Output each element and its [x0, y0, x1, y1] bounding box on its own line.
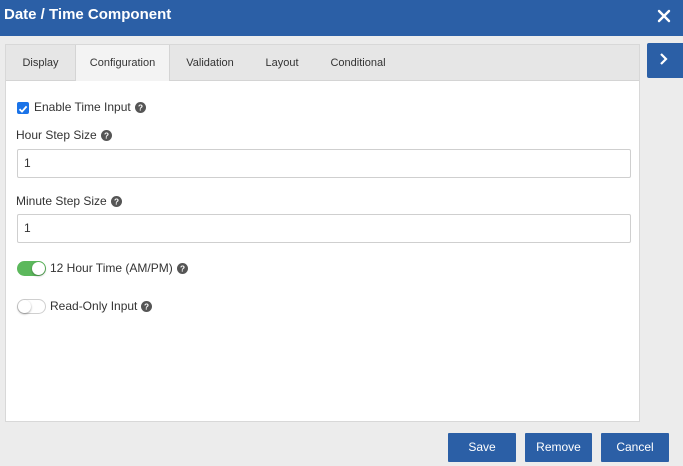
tab-validation[interactable]: Validation: [170, 45, 250, 81]
close-icon[interactable]: [655, 5, 675, 27]
save-button[interactable]: Save: [448, 433, 516, 462]
svg-text:?: ?: [104, 131, 109, 140]
check-icon: [18, 105, 28, 113]
read-only-label: Read-Only Input ?: [50, 299, 153, 313]
dialog-title: Date / Time Component: [4, 6, 172, 23]
minute-step-input[interactable]: 1: [17, 214, 631, 243]
tab-layout[interactable]: Layout: [250, 45, 314, 81]
chevron-right-icon: [660, 53, 668, 65]
hour-step-label: Hour Step Size ?: [16, 128, 112, 142]
tab-configuration[interactable]: Configuration: [75, 45, 170, 81]
help-icon[interactable]: ?: [141, 300, 153, 312]
svg-text:?: ?: [114, 197, 119, 206]
tab-bar: Display Configuration Validation Layout …: [6, 45, 639, 81]
svg-text:?: ?: [180, 264, 185, 273]
help-icon[interactable]: ?: [134, 101, 146, 113]
toggle-knob: [32, 262, 45, 275]
cancel-button[interactable]: Cancel: [601, 433, 669, 462]
remove-button[interactable]: Remove: [525, 433, 592, 462]
enable-time-label: Enable Time Input ?: [34, 100, 146, 114]
help-icon[interactable]: ?: [176, 262, 188, 274]
svg-text:?: ?: [138, 103, 143, 112]
twelve-hour-toggle[interactable]: [17, 261, 46, 276]
settings-panel: Display Configuration Validation Layout …: [5, 44, 640, 422]
help-icon[interactable]: ?: [110, 195, 122, 207]
toggle-knob: [18, 300, 31, 313]
dialog-header: Date / Time Component: [0, 0, 683, 36]
svg-text:?: ?: [144, 302, 149, 311]
minute-step-label: Minute Step Size ?: [16, 194, 122, 208]
hour-step-input[interactable]: 1: [17, 149, 631, 178]
enable-time-checkbox[interactable]: [17, 102, 29, 114]
read-only-toggle[interactable]: [17, 299, 46, 314]
tab-display[interactable]: Display: [6, 45, 75, 81]
help-icon[interactable]: ?: [100, 129, 112, 141]
twelve-hour-label: 12 Hour Time (AM/PM) ?: [50, 261, 188, 275]
sidebar-expand-button[interactable]: [647, 43, 683, 78]
tab-conditional[interactable]: Conditional: [314, 45, 402, 81]
